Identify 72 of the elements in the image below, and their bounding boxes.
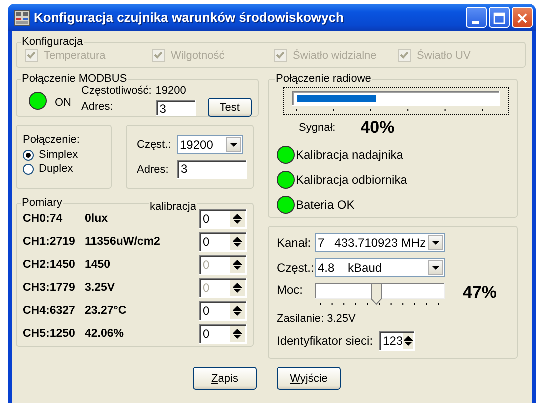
- check-icon: [154, 51, 163, 60]
- group-label: Konfiguracja: [21, 36, 84, 48]
- rate-dropdown[interactable]: 4.8 kBaud: [315, 258, 445, 277]
- connection-label: Połączenie:: [23, 134, 81, 146]
- spin-arrows-icon: [233, 236, 242, 248]
- address-field[interactable]: 3: [177, 160, 247, 179]
- group-label: Pomiary: [21, 197, 64, 209]
- spin-arrows-icon: [233, 282, 242, 294]
- calibration-spinner[interactable]: 0: [199, 232, 247, 252]
- calibration-label: kalibracja: [149, 201, 198, 213]
- calibration-spinner[interactable]: 0: [199, 301, 247, 321]
- frequency-label: Częstotliwość:: [82, 85, 152, 98]
- spin-arrows-icon: [233, 305, 242, 317]
- channel-reading: CH0:74: [23, 213, 64, 225]
- channel-value: 23.27°C: [85, 305, 128, 317]
- group-label: Połączenie radiowe: [275, 73, 372, 85]
- address-field[interactable]: 3: [156, 100, 196, 116]
- channel-value: 1450: [85, 259, 112, 271]
- power-value: 47%: [463, 283, 498, 303]
- close-button[interactable]: [512, 7, 533, 28]
- slider-thumb[interactable]: [371, 283, 382, 305]
- frequency-value: 19200: [156, 85, 188, 98]
- check-icon: [400, 51, 409, 60]
- check-icon: [27, 51, 36, 60]
- channel-reading: CH3:1779: [23, 282, 76, 294]
- rate-label: Częst.:: [137, 138, 172, 150]
- channel-value: 3.25V: [85, 282, 116, 294]
- dropdown-arrow-icon: [230, 142, 238, 146]
- rate-label: Częst.:: [277, 260, 315, 274]
- supply-voltage: Zasilanie: 3.25V: [277, 313, 357, 325]
- spin-arrows-icon: [404, 335, 413, 347]
- channel-reading: CH4:6327: [23, 305, 76, 317]
- check-icon: [276, 51, 285, 60]
- rate-dropdown[interactable]: 19200: [177, 135, 243, 154]
- channel-reading: CH5:1250: [23, 328, 76, 340]
- network-id-label: Identyfikator sieci:: [277, 334, 374, 348]
- app-icon: [14, 10, 30, 26]
- indicator-label: Bateria OK: [296, 198, 355, 212]
- dialog-button[interactable]: Wyjście: [277, 367, 341, 390]
- group-label: Połączenie MODBUS: [21, 73, 128, 85]
- minimize-icon: [472, 21, 479, 24]
- indicator-label: Kalibracja odbiornika: [296, 172, 408, 186]
- signal-label: Sygnał:: [299, 122, 336, 134]
- radio-button[interactable]: Simplex: [23, 148, 105, 162]
- dropdown-arrow-icon: [432, 240, 440, 244]
- channel-value: 0lux: [85, 213, 110, 225]
- power-slider[interactable]: [315, 283, 445, 305]
- calibration-spinner[interactable]: 0: [199, 324, 247, 344]
- channel-label: Kanał:: [277, 236, 312, 250]
- spin-arrows-icon: [233, 328, 242, 340]
- spin-arrows-icon: [233, 259, 242, 271]
- minimize-button[interactable]: [466, 7, 487, 28]
- dialog-button[interactable]: Zapis: [193, 367, 257, 390]
- radio-button[interactable]: Duplex: [23, 162, 105, 176]
- test-button[interactable]: Test: [208, 98, 252, 117]
- network-id-spinner[interactable]: 123: [379, 331, 416, 351]
- channel-value: 11356uW/cm2: [85, 236, 162, 248]
- indicator-label: Kalibracja nadajnika: [296, 148, 404, 162]
- channel-reading: CH1:2719: [23, 236, 76, 248]
- channel-reading: CH2:1450: [23, 259, 76, 271]
- window-title: Konfiguracja czujnika warunków środowiskowych: [34, 10, 345, 25]
- address-label: Adres:: [82, 101, 114, 114]
- power-label: Moc:: [277, 283, 304, 297]
- maximize-button[interactable]: [489, 7, 510, 28]
- spin-arrows-icon: [233, 213, 242, 225]
- status-text: ON: [55, 97, 72, 109]
- calibration-spinner[interactable]: 0: [199, 209, 247, 229]
- signal-value: 40%: [360, 118, 395, 138]
- dropdown-arrow-icon: [432, 266, 440, 270]
- channel-dropdown[interactable]: 7 433.710923 MHz: [315, 233, 445, 252]
- address-label: Adres:: [137, 164, 170, 176]
- channel-value: 42.06%: [85, 328, 126, 340]
